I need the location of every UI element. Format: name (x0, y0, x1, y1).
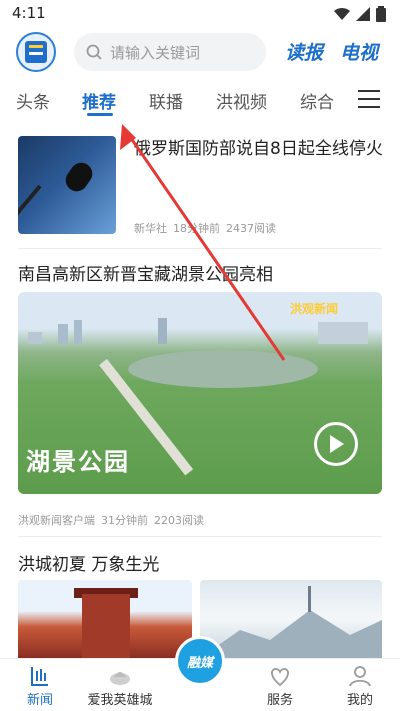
wifi-icon (334, 7, 350, 21)
article-title: 俄罗斯国防部说自8日起全线停火 (134, 139, 383, 159)
city-icon (110, 672, 130, 685)
video-watermark: 洪观新闻 (290, 302, 339, 316)
heart-icon (271, 668, 289, 687)
logo-mark (25, 41, 47, 63)
nav-label: 服务 (266, 693, 293, 708)
article-meta: 新华社 18分钟前 2437阅读 (134, 220, 276, 236)
article-time: 31分钟前 (101, 514, 148, 527)
nav-hero-city[interactable]: 爱我英雄城 (80, 663, 160, 708)
nav-news[interactable]: 新闻 (0, 663, 80, 708)
tab-general[interactable]: 综合 (300, 88, 334, 113)
search-input[interactable]: 请输入关键词 (74, 33, 266, 71)
pavilion (82, 594, 130, 658)
divider (18, 536, 382, 537)
article-title[interactable]: 洪城初夏 万象生光 (18, 550, 159, 575)
microphone-icon (61, 158, 97, 196)
article-meta: 洪观新闻客户端 31分钟前 2203阅读 (18, 512, 204, 528)
channel-tabs: 头条 推荐 联播 洪视频 综合 (0, 80, 400, 120)
article-source: 洪观新闻客户端 (18, 514, 95, 527)
nav-services[interactable]: 服务 (240, 663, 320, 708)
article-title[interactable]: 南昌高新区新晋宝藏湖景公园亮相 (18, 260, 273, 285)
menu-line (358, 98, 380, 100)
news-icon (31, 667, 48, 686)
video-thumbnail[interactable]: 洪观新闻 湖景公园 (18, 292, 382, 494)
article-reads: 2203阅读 (154, 514, 204, 527)
top-bar: 请输入关键词 读报 电视 (0, 28, 400, 76)
divider (18, 248, 382, 249)
video-caption: 湖景公园 (26, 448, 130, 476)
status-bar: 4:11 (0, 0, 400, 28)
article-reads: 2437阅读 (226, 222, 276, 235)
signal-icon (356, 7, 370, 21)
menu-line (358, 106, 380, 108)
person-icon (349, 666, 371, 687)
play-icon (330, 435, 344, 453)
tab-hong-video[interactable]: 洪视频 (216, 88, 267, 113)
search-placeholder: 请输入关键词 (110, 43, 201, 62)
article-image[interactable] (200, 580, 382, 658)
city-skyline (28, 318, 368, 344)
menu-line (358, 90, 380, 92)
news-item[interactable]: 俄罗斯国防部说自8日起全线停火 新华社 18分钟前 2437阅读 (0, 128, 400, 246)
app-logo[interactable] (16, 32, 56, 72)
tab-recommended[interactable]: 推荐 (82, 88, 116, 113)
microphone-stand (18, 184, 42, 234)
article-source: 新华社 (134, 222, 167, 235)
play-button[interactable] (314, 422, 358, 466)
article-time: 18分钟前 (173, 222, 220, 235)
misty-mountain (200, 586, 382, 658)
nav-label: 我的 (346, 693, 373, 708)
fab-label: 融媒 (186, 655, 213, 671)
media-fusion-button[interactable]: 融媒 (175, 636, 225, 686)
nav-mine[interactable]: 我的 (320, 663, 400, 708)
status-time: 4:11 (12, 4, 46, 22)
status-icons (334, 6, 386, 22)
nav-label: 新闻 (26, 693, 53, 708)
article-thumbnail (18, 136, 116, 234)
nav-label: 爱我英雄城 (87, 693, 153, 708)
tab-broadcast[interactable]: 联播 (149, 88, 183, 113)
battery-icon (376, 6, 386, 22)
active-tab-indicator (87, 113, 113, 116)
search-icon (86, 44, 102, 60)
read-newspaper-button[interactable]: 读报 (285, 38, 323, 65)
tab-headlines[interactable]: 头条 (16, 88, 50, 113)
menu-icon[interactable] (358, 90, 380, 108)
article-image[interactable] (18, 580, 192, 658)
lake (128, 350, 318, 388)
tv-button[interactable]: 电视 (340, 38, 378, 65)
